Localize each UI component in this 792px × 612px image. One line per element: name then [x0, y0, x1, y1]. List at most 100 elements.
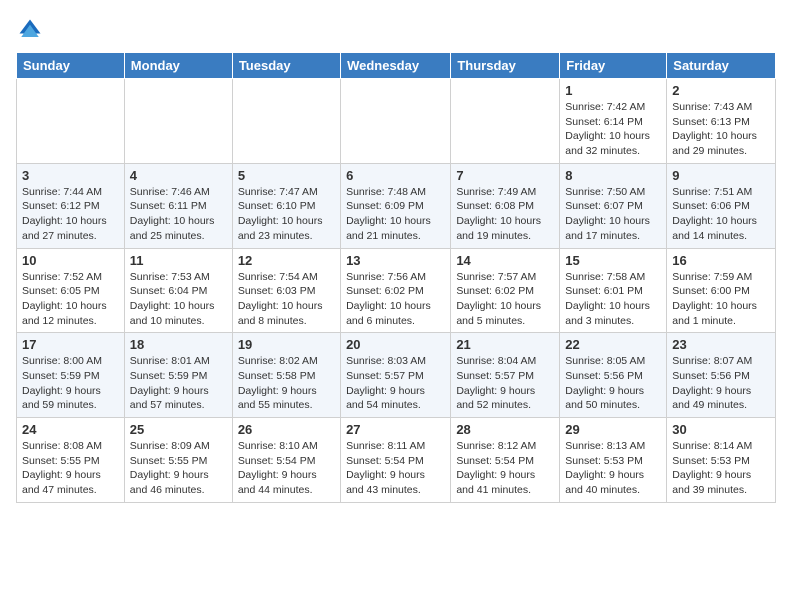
- day-info: Sunrise: 7:48 AM Sunset: 6:09 PM Dayligh…: [346, 185, 445, 244]
- day-info: Sunrise: 8:05 AM Sunset: 5:56 PM Dayligh…: [565, 354, 661, 413]
- day-number: 7: [456, 168, 554, 183]
- calendar-table: SundayMondayTuesdayWednesdayThursdayFrid…: [16, 52, 776, 503]
- day-info: Sunrise: 7:52 AM Sunset: 6:05 PM Dayligh…: [22, 270, 119, 329]
- calendar-week-row: 17Sunrise: 8:00 AM Sunset: 5:59 PM Dayli…: [17, 333, 776, 418]
- calendar-cell: 29Sunrise: 8:13 AM Sunset: 5:53 PM Dayli…: [560, 418, 667, 503]
- calendar-cell: 22 Sunrise: 8:05 AM Sunset: 5:56 PM Dayli…: [560, 333, 667, 418]
- day-info: Sunrise: 7:59 AM Sunset: 6:00 PM Dayligh…: [672, 270, 770, 329]
- day-info: Sunrise: 7:50 AM Sunset: 6:07 PM Dayligh…: [565, 185, 661, 244]
- day-number: 18: [130, 337, 227, 352]
- calendar-cell: [451, 79, 560, 164]
- day-number: 5: [238, 168, 335, 183]
- day-number: 28: [456, 422, 554, 437]
- day-number: 27: [346, 422, 445, 437]
- calendar-cell: 25Sunrise: 8:09 AM Sunset: 5:55 PM Dayli…: [124, 418, 232, 503]
- logo-icon: [16, 16, 44, 44]
- calendar-cell: 10 Sunrise: 7:52 AM Sunset: 6:05 PM Dayli…: [17, 248, 125, 333]
- calendar-cell: 26 Sunrise: 8:10 AM Sunset: 5:54 PM Dayli…: [232, 418, 340, 503]
- calendar-week-row: 10 Sunrise: 7:52 AM Sunset: 6:05 PM Dayli…: [17, 248, 776, 333]
- day-info: Sunrise: 7:57 AM Sunset: 6:02 PM Dayligh…: [456, 270, 554, 329]
- day-info: Sunrise: 8:04 AM Sunset: 5:57 PM Dayligh…: [456, 354, 554, 413]
- day-number: 19: [238, 337, 335, 352]
- calendar-cell: 5 Sunrise: 7:47 AM Sunset: 6:10 PM Daylig…: [232, 163, 340, 248]
- weekday-header: Wednesday: [341, 53, 451, 79]
- calendar-cell: 24 Sunrise: 8:08 AM Sunset: 5:55 PM Dayli…: [17, 418, 125, 503]
- day-number: 12: [238, 253, 335, 268]
- day-number: 23: [672, 337, 770, 352]
- day-number: 2: [672, 83, 770, 98]
- calendar-cell: 19 Sunrise: 8:02 AM Sunset: 5:58 PM Dayli…: [232, 333, 340, 418]
- day-number: 22: [565, 337, 661, 352]
- day-number: 6: [346, 168, 445, 183]
- day-number: 29: [565, 422, 661, 437]
- calendar-week-row: 24 Sunrise: 8:08 AM Sunset: 5:55 PM Dayli…: [17, 418, 776, 503]
- calendar-cell: 13 Sunrise: 7:56 AM Sunset: 6:02 PM Dayli…: [341, 248, 451, 333]
- calendar-cell: 8 Sunrise: 7:50 AM Sunset: 6:07 PM Daylig…: [560, 163, 667, 248]
- calendar-cell: 11 Sunrise: 7:53 AM Sunset: 6:04 PM Dayli…: [124, 248, 232, 333]
- calendar-cell: 1Sunrise: 7:42 AM Sunset: 6:14 PM Daylig…: [560, 79, 667, 164]
- weekday-header: Monday: [124, 53, 232, 79]
- day-number: 10: [22, 253, 119, 268]
- day-info: Sunrise: 7:51 AM Sunset: 6:06 PM Dayligh…: [672, 185, 770, 244]
- day-info: Sunrise: 8:02 AM Sunset: 5:58 PM Dayligh…: [238, 354, 335, 413]
- day-number: 9: [672, 168, 770, 183]
- day-info: Sunrise: 8:08 AM Sunset: 5:55 PM Dayligh…: [22, 439, 119, 498]
- day-number: 20: [346, 337, 445, 352]
- calendar-cell: [341, 79, 451, 164]
- weekday-header: Friday: [560, 53, 667, 79]
- day-number: 11: [130, 253, 227, 268]
- calendar-cell: [124, 79, 232, 164]
- day-info: Sunrise: 8:09 AM Sunset: 5:55 PM Dayligh…: [130, 439, 227, 498]
- day-number: 4: [130, 168, 227, 183]
- day-number: 15: [565, 253, 661, 268]
- day-number: 14: [456, 253, 554, 268]
- day-number: 24: [22, 422, 119, 437]
- day-info: Sunrise: 7:47 AM Sunset: 6:10 PM Dayligh…: [238, 185, 335, 244]
- calendar-cell: 9 Sunrise: 7:51 AM Sunset: 6:06 PM Daylig…: [667, 163, 776, 248]
- day-number: 3: [22, 168, 119, 183]
- day-info: Sunrise: 7:44 AM Sunset: 6:12 PM Dayligh…: [22, 185, 119, 244]
- day-info: Sunrise: 7:56 AM Sunset: 6:02 PM Dayligh…: [346, 270, 445, 329]
- calendar-cell: 7 Sunrise: 7:49 AM Sunset: 6:08 PM Daylig…: [451, 163, 560, 248]
- calendar-cell: 23 Sunrise: 8:07 AM Sunset: 5:56 PM Dayli…: [667, 333, 776, 418]
- calendar-cell: 12 Sunrise: 7:54 AM Sunset: 6:03 PM Dayli…: [232, 248, 340, 333]
- calendar-cell: 21 Sunrise: 8:04 AM Sunset: 5:57 PM Dayli…: [451, 333, 560, 418]
- day-number: 8: [565, 168, 661, 183]
- logo: [16, 16, 48, 44]
- day-info: Sunrise: 8:03 AM Sunset: 5:57 PM Dayligh…: [346, 354, 445, 413]
- day-info: Sunrise: 8:10 AM Sunset: 5:54 PM Dayligh…: [238, 439, 335, 498]
- weekday-header: Saturday: [667, 53, 776, 79]
- calendar-cell: 14 Sunrise: 7:57 AM Sunset: 6:02 PM Dayli…: [451, 248, 560, 333]
- weekday-header: Tuesday: [232, 53, 340, 79]
- day-number: 26: [238, 422, 335, 437]
- day-info: Sunrise: 7:53 AM Sunset: 6:04 PM Dayligh…: [130, 270, 227, 329]
- calendar-cell: 27 Sunrise: 8:11 AM Sunset: 5:54 PM Dayli…: [341, 418, 451, 503]
- day-info: Sunrise: 8:07 AM Sunset: 5:56 PM Dayligh…: [672, 354, 770, 413]
- calendar-cell: 17Sunrise: 8:00 AM Sunset: 5:59 PM Dayli…: [17, 333, 125, 418]
- day-info: Sunrise: 7:43 AM Sunset: 6:13 PM Dayligh…: [672, 100, 770, 159]
- calendar-cell: 2 Sunrise: 7:43 AM Sunset: 6:13 PM Daylig…: [667, 79, 776, 164]
- calendar-cell: 30 Sunrise: 8:14 AM Sunset: 5:53 PM Dayli…: [667, 418, 776, 503]
- calendar-cell: 16 Sunrise: 7:59 AM Sunset: 6:00 PM Dayli…: [667, 248, 776, 333]
- day-info: Sunrise: 8:14 AM Sunset: 5:53 PM Dayligh…: [672, 439, 770, 498]
- calendar-cell: 15Sunrise: 7:58 AM Sunset: 6:01 PM Dayli…: [560, 248, 667, 333]
- day-info: Sunrise: 7:42 AM Sunset: 6:14 PM Dayligh…: [565, 100, 661, 159]
- day-info: Sunrise: 8:12 AM Sunset: 5:54 PM Dayligh…: [456, 439, 554, 498]
- day-info: Sunrise: 7:49 AM Sunset: 6:08 PM Dayligh…: [456, 185, 554, 244]
- calendar-week-row: 1Sunrise: 7:42 AM Sunset: 6:14 PM Daylig…: [17, 79, 776, 164]
- page-header: [16, 16, 776, 44]
- day-number: 30: [672, 422, 770, 437]
- weekday-header: Sunday: [17, 53, 125, 79]
- day-number: 13: [346, 253, 445, 268]
- calendar-cell: 20 Sunrise: 8:03 AM Sunset: 5:57 PM Dayli…: [341, 333, 451, 418]
- weekday-header: Thursday: [451, 53, 560, 79]
- day-info: Sunrise: 7:46 AM Sunset: 6:11 PM Dayligh…: [130, 185, 227, 244]
- day-info: Sunrise: 7:54 AM Sunset: 6:03 PM Dayligh…: [238, 270, 335, 329]
- calendar-cell: [17, 79, 125, 164]
- calendar-week-row: 3 Sunrise: 7:44 AM Sunset: 6:12 PM Daylig…: [17, 163, 776, 248]
- day-info: Sunrise: 8:11 AM Sunset: 5:54 PM Dayligh…: [346, 439, 445, 498]
- day-number: 16: [672, 253, 770, 268]
- day-number: 21: [456, 337, 554, 352]
- day-number: 17: [22, 337, 119, 352]
- calendar-cell: 4 Sunrise: 7:46 AM Sunset: 6:11 PM Daylig…: [124, 163, 232, 248]
